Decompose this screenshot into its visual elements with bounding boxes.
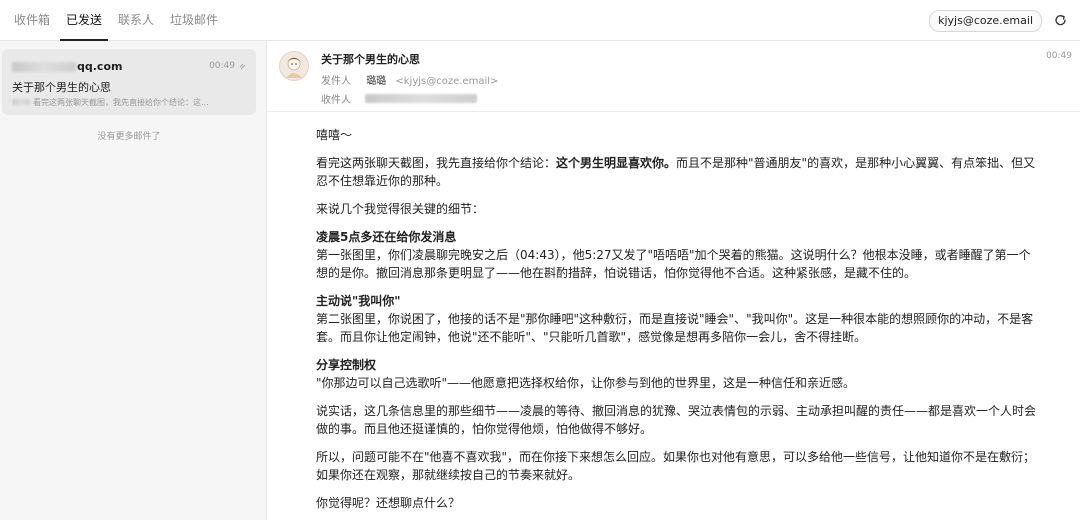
tab-spam[interactable]: 垃圾邮件 [164,0,224,40]
mail-subject: 关于那个男生的心思 [321,53,420,66]
tab-inbox[interactable]: 收件箱 [8,0,56,40]
from-domain: qq.com [77,60,123,73]
redacted-preview [12,99,30,105]
from-label: 发件人 [321,76,351,87]
conclusion-highlight: 这个男生明显喜欢你。 [556,156,677,170]
tab-bar: 收件箱 已发送 联系人 垃圾邮件 [8,0,228,41]
greeting: 嘻嘻～ [316,128,353,142]
recipient-row: 收件人 [321,91,477,106]
no-more-mail: 没有更多邮件了 [97,132,161,142]
refresh-button[interactable] [1050,10,1070,30]
sender-email[interactable]: <kjyjs@coze.email> [395,76,498,87]
paragraph-details: 说实话，这几条信息里的那些细节——凌晨的等待、撤回消息的犹豫、哭泣表情包的示弱、… [316,404,1037,436]
list-item-from: qq.com [12,60,122,73]
section-title-2: 主动说"我叫你" [316,294,401,308]
top-bar: 收件箱 已发送 联系人 垃圾邮件 kjyjs@coze.email [0,0,1080,41]
paragraph-advice: 所以，问题可能不在"他喜不喜欢我"，而在你接下来想怎么回应。如果你也对他有意思，… [316,450,1036,482]
mail-time: 00:49 [1046,51,1072,61]
list-item-subject: 关于那个男生的心思 [12,81,111,94]
redacted-recipient [365,94,477,103]
mail-body: 嘻嘻～ 看完这两张聊天截图，我先直接给你个结论：这个男生明显喜欢你。而且不是那种… [316,126,1036,512]
list-item[interactable]: qq.com 00:49 关于那个男生的心思 看完这两张聊天截图，我先直接给你个… [2,49,256,115]
refresh-icon [1054,14,1066,25]
tab-sent[interactable]: 已发送 [60,0,109,41]
avatar-image [286,57,302,78]
mail-list: qq.com 00:49 关于那个男生的心思 看完这两张聊天截图，我先直接给你个… [0,41,267,520]
redacted-address [12,61,76,72]
account-badge[interactable]: kjyjs@coze.email [929,10,1042,32]
section-body-2: 第二张图里，你说困了，他接的话不是"那你睡吧"这种敷衍，而是直接说"睡会"、"我… [316,312,1034,344]
list-item-time-wrap: 00:49 [209,61,246,71]
paragraph-closing: 你觉得呢？还想聊点什么？ [316,496,461,510]
sender-row: 发件人 璐璐 <kjyjs@coze.email> [321,72,498,87]
section-title-1: 凌晨5点多还在给你发消息 [316,230,457,244]
to-label: 收件人 [321,95,351,106]
section-body-1: 第一张图里，你们凌晨聊完晚安之后（04:43），他5:27又发了"唔唔唔"加个哭… [316,248,1031,280]
list-item-preview: 看完这两张聊天截图，我先直接给你个结论：这... [12,97,248,108]
section-title-3: 分享控制权 [316,358,377,372]
tab-contacts[interactable]: 联系人 [112,0,160,40]
paragraph-conclusion: 看完这两张聊天截图，我先直接给你个结论：这个男生明显喜欢你。而且不是那种"普通朋… [316,156,1036,188]
sender-name[interactable]: 璐璐 [366,76,386,87]
paragraph-intro: 来说几个我觉得很关键的细节： [316,202,485,216]
attachment-icon [239,63,246,69]
mail-header: 关于那个男生的心思 发件人 璐璐 <kjyjs@coze.email> 收件人 … [267,41,1080,112]
avatar[interactable] [279,51,309,81]
list-item-time: 00:49 [209,61,235,71]
section-body-3: "你那边可以自己选歌听"——他愿意把选择权给你，让你参与到他的世界里，这是一种信… [316,376,856,390]
